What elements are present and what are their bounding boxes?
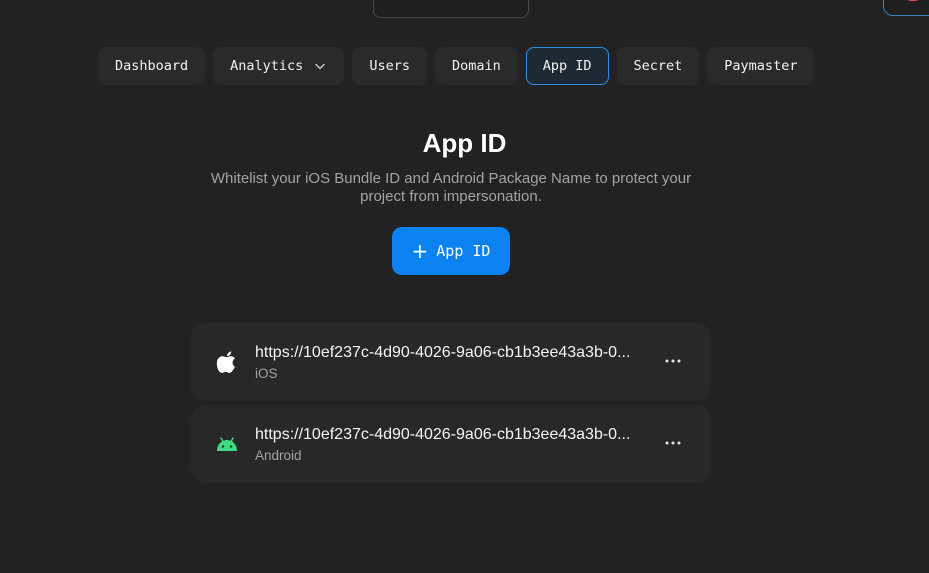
list-item[interactable]: https://10ef237c-4d90-4026-9a06-cb1b3ee4… [191,323,711,401]
add-app-id-button[interactable]: + App ID [392,227,510,275]
app-id-url: https://10ef237c-4d90-4026-9a06-cb1b3ee4… [255,343,631,361]
page-title: App ID [422,128,507,158]
tab-dashboard[interactable]: Dashboard [98,47,206,85]
more-options-icon[interactable] [663,351,683,371]
tab-secret[interactable]: Secret [616,47,700,85]
chevron-down-icon [315,63,326,70]
add-button-label: App ID [436,242,491,260]
tab-label: Paymaster [724,58,798,74]
top-menu-button[interactable] [373,0,529,18]
tab-users[interactable]: Users [352,47,427,85]
more-options-icon[interactable] [663,433,683,453]
plus-icon: + [411,239,429,263]
tab-domain[interactable]: Domain [434,47,518,85]
top-right-button[interactable] [883,0,929,16]
page-subtitle: Whitelist your iOS Bundle ID and Android… [210,170,692,205]
tab-label: App ID [542,58,592,74]
android-icon [215,432,239,456]
notification-icon [908,0,918,1]
tab-label: Users [369,58,410,74]
app-id-url: https://10ef237c-4d90-4026-9a06-cb1b3ee4… [255,425,631,443]
platform-label: Android [255,447,302,463]
tab-label: Dashboard [115,58,189,74]
tab-app-id[interactable]: App ID [525,47,609,85]
tab-label: Secret [633,58,683,74]
tab-bar: Dashboard Analytics Users Domain App ID … [98,47,815,85]
tab-paymaster[interactable]: Paymaster [707,47,815,85]
app-id-list: https://10ef237c-4d90-4026-9a06-cb1b3ee4… [191,323,711,483]
apple-icon [215,350,239,374]
tab-label: Analytics [230,58,304,74]
list-item[interactable]: https://10ef237c-4d90-4026-9a06-cb1b3ee4… [191,405,711,483]
page: Dashboard Analytics Users Domain App ID … [0,0,929,573]
tab-label: Domain [451,58,501,74]
platform-label: iOS [255,365,278,381]
tab-analytics[interactable]: Analytics [213,47,345,85]
